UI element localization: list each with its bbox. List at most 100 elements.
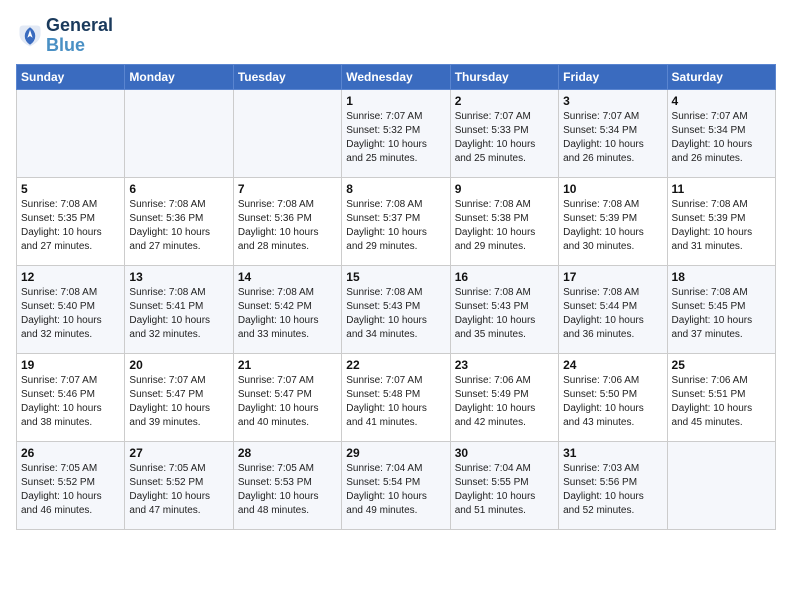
header-saturday: Saturday <box>667 64 775 89</box>
cell-content: Sunrise: 7:07 AMSunset: 5:47 PMDaylight:… <box>238 374 337 430</box>
cell-content: Sunrise: 7:07 AMSunset: 5:47 PMDaylight:… <box>129 374 228 430</box>
day-number: 31 <box>563 446 662 460</box>
day-number: 19 <box>21 358 120 372</box>
week-row-5: 26 Sunrise: 7:05 AMSunset: 5:52 PMDayligh… <box>17 441 776 529</box>
header-wednesday: Wednesday <box>342 64 450 89</box>
day-number: 24 <box>563 358 662 372</box>
day-number: 1 <box>346 94 445 108</box>
logo: General Blue <box>16 16 113 56</box>
calendar-cell <box>667 441 775 529</box>
day-number: 2 <box>455 94 554 108</box>
cell-content: Sunrise: 7:06 AMSunset: 5:51 PMDaylight:… <box>672 374 771 430</box>
day-number: 21 <box>238 358 337 372</box>
calendar-cell: 26 Sunrise: 7:05 AMSunset: 5:52 PMDayligh… <box>17 441 125 529</box>
calendar-cell: 25 Sunrise: 7:06 AMSunset: 5:51 PMDayligh… <box>667 353 775 441</box>
cell-content: Sunrise: 7:08 AMSunset: 5:44 PMDaylight:… <box>563 286 662 342</box>
cell-content: Sunrise: 7:07 AMSunset: 5:46 PMDaylight:… <box>21 374 120 430</box>
cell-content: Sunrise: 7:08 AMSunset: 5:39 PMDaylight:… <box>672 198 771 254</box>
calendar-cell: 19 Sunrise: 7:07 AMSunset: 5:46 PMDayligh… <box>17 353 125 441</box>
calendar-cell: 28 Sunrise: 7:05 AMSunset: 5:53 PMDayligh… <box>233 441 341 529</box>
calendar-cell <box>125 89 233 177</box>
cell-content: Sunrise: 7:06 AMSunset: 5:49 PMDaylight:… <box>455 374 554 430</box>
calendar-cell: 31 Sunrise: 7:03 AMSunset: 5:56 PMDayligh… <box>559 441 667 529</box>
calendar-cell: 7 Sunrise: 7:08 AMSunset: 5:36 PMDaylight… <box>233 177 341 265</box>
header-sunday: Sunday <box>17 64 125 89</box>
day-number: 25 <box>672 358 771 372</box>
calendar-cell: 23 Sunrise: 7:06 AMSunset: 5:49 PMDayligh… <box>450 353 558 441</box>
day-number: 10 <box>563 182 662 196</box>
calendar-cell: 12Sunrise: 7:08 AMSunset: 5:40 PMDayligh… <box>17 265 125 353</box>
cell-content: Sunrise: 7:08 AMSunset: 5:36 PMDaylight:… <box>129 198 228 254</box>
cell-content: Sunrise: 7:08 AMSunset: 5:36 PMDaylight:… <box>238 198 337 254</box>
cell-content: Sunrise: 7:05 AMSunset: 5:53 PMDaylight:… <box>238 462 337 518</box>
cell-content: Sunrise: 7:07 AMSunset: 5:33 PMDaylight:… <box>455 110 554 166</box>
logo-icon <box>16 22 44 50</box>
calendar-cell: 16 Sunrise: 7:08 AMSunset: 5:43 PMDayligh… <box>450 265 558 353</box>
day-number: 4 <box>672 94 771 108</box>
day-number: 20 <box>129 358 228 372</box>
calendar-cell: 17 Sunrise: 7:08 AMSunset: 5:44 PMDayligh… <box>559 265 667 353</box>
calendar-cell: 4 Sunrise: 7:07 AMSunset: 5:34 PMDaylight… <box>667 89 775 177</box>
days-header-row: SundayMondayTuesdayWednesdayThursdayFrid… <box>17 64 776 89</box>
cell-content: Sunrise: 7:08 AMSunset: 5:43 PMDaylight:… <box>346 286 445 342</box>
calendar-cell: 5Sunrise: 7:08 AMSunset: 5:35 PMDaylight… <box>17 177 125 265</box>
cell-content: Sunrise: 7:08 AMSunset: 5:40 PMDaylight:… <box>21 286 120 342</box>
day-number: 18 <box>672 270 771 284</box>
calendar-cell: 15Sunrise: 7:08 AMSunset: 5:43 PMDayligh… <box>342 265 450 353</box>
day-number: 28 <box>238 446 337 460</box>
cell-content: Sunrise: 7:07 AMSunset: 5:34 PMDaylight:… <box>563 110 662 166</box>
calendar-cell: 6 Sunrise: 7:08 AMSunset: 5:36 PMDaylight… <box>125 177 233 265</box>
week-row-1: 1 Sunrise: 7:07 AMSunset: 5:32 PMDaylight… <box>17 89 776 177</box>
cell-content: Sunrise: 7:03 AMSunset: 5:56 PMDaylight:… <box>563 462 662 518</box>
day-number: 22 <box>346 358 445 372</box>
calendar-cell: 14Sunrise: 7:08 AMSunset: 5:42 PMDayligh… <box>233 265 341 353</box>
day-number: 7 <box>238 182 337 196</box>
cell-content: Sunrise: 7:08 AMSunset: 5:37 PMDaylight:… <box>346 198 445 254</box>
day-number: 8 <box>346 182 445 196</box>
day-number: 29 <box>346 446 445 460</box>
calendar-cell: 9 Sunrise: 7:08 AMSunset: 5:38 PMDaylight… <box>450 177 558 265</box>
calendar-cell: 20 Sunrise: 7:07 AMSunset: 5:47 PMDayligh… <box>125 353 233 441</box>
cell-content: Sunrise: 7:08 AMSunset: 5:41 PMDaylight:… <box>129 286 228 342</box>
calendar-cell: 29Sunrise: 7:04 AMSunset: 5:54 PMDayligh… <box>342 441 450 529</box>
day-number: 13 <box>129 270 228 284</box>
cell-content: Sunrise: 7:08 AMSunset: 5:38 PMDaylight:… <box>455 198 554 254</box>
header-friday: Friday <box>559 64 667 89</box>
day-number: 16 <box>455 270 554 284</box>
day-number: 26 <box>21 446 120 460</box>
day-number: 3 <box>563 94 662 108</box>
week-row-4: 19 Sunrise: 7:07 AMSunset: 5:46 PMDayligh… <box>17 353 776 441</box>
day-number: 23 <box>455 358 554 372</box>
week-row-2: 5Sunrise: 7:08 AMSunset: 5:35 PMDaylight… <box>17 177 776 265</box>
header-thursday: Thursday <box>450 64 558 89</box>
calendar-cell: 27 Sunrise: 7:05 AMSunset: 5:52 PMDayligh… <box>125 441 233 529</box>
day-number: 27 <box>129 446 228 460</box>
day-number: 6 <box>129 182 228 196</box>
calendar-cell: 11 Sunrise: 7:08 AMSunset: 5:39 PMDayligh… <box>667 177 775 265</box>
calendar-cell: 13 Sunrise: 7:08 AMSunset: 5:41 PMDayligh… <box>125 265 233 353</box>
calendar-table: SundayMondayTuesdayWednesdayThursdayFrid… <box>16 64 776 530</box>
cell-content: Sunrise: 7:08 AMSunset: 5:43 PMDaylight:… <box>455 286 554 342</box>
day-number: 30 <box>455 446 554 460</box>
cell-content: Sunrise: 7:07 AMSunset: 5:32 PMDaylight:… <box>346 110 445 166</box>
calendar-cell <box>233 89 341 177</box>
cell-content: Sunrise: 7:05 AMSunset: 5:52 PMDaylight:… <box>129 462 228 518</box>
header-monday: Monday <box>125 64 233 89</box>
day-number: 11 <box>672 182 771 196</box>
cell-content: Sunrise: 7:08 AMSunset: 5:39 PMDaylight:… <box>563 198 662 254</box>
calendar-cell: 24 Sunrise: 7:06 AMSunset: 5:50 PMDayligh… <box>559 353 667 441</box>
calendar-cell: 10 Sunrise: 7:08 AMSunset: 5:39 PMDayligh… <box>559 177 667 265</box>
calendar-cell: 21 Sunrise: 7:07 AMSunset: 5:47 PMDayligh… <box>233 353 341 441</box>
calendar-cell: 3 Sunrise: 7:07 AMSunset: 5:34 PMDaylight… <box>559 89 667 177</box>
calendar-cell: 18Sunrise: 7:08 AMSunset: 5:45 PMDayligh… <box>667 265 775 353</box>
calendar-cell: 22Sunrise: 7:07 AMSunset: 5:48 PMDayligh… <box>342 353 450 441</box>
cell-content: Sunrise: 7:04 AMSunset: 5:55 PMDaylight:… <box>455 462 554 518</box>
week-row-3: 12Sunrise: 7:08 AMSunset: 5:40 PMDayligh… <box>17 265 776 353</box>
calendar-cell: 2 Sunrise: 7:07 AMSunset: 5:33 PMDaylight… <box>450 89 558 177</box>
cell-content: Sunrise: 7:05 AMSunset: 5:52 PMDaylight:… <box>21 462 120 518</box>
cell-content: Sunrise: 7:06 AMSunset: 5:50 PMDaylight:… <box>563 374 662 430</box>
day-number: 17 <box>563 270 662 284</box>
day-number: 9 <box>455 182 554 196</box>
cell-content: Sunrise: 7:07 AMSunset: 5:34 PMDaylight:… <box>672 110 771 166</box>
cell-content: Sunrise: 7:08 AMSunset: 5:42 PMDaylight:… <box>238 286 337 342</box>
